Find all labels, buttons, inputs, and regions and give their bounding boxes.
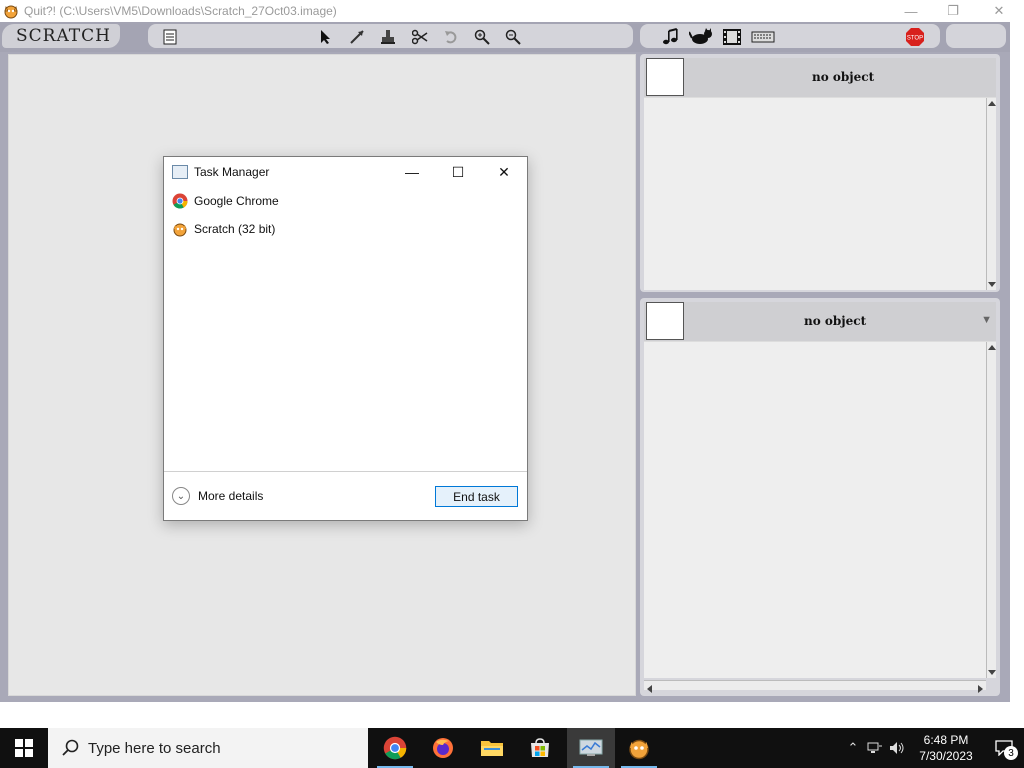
- taskbar-search-box[interactable]: Type here to search: [48, 728, 368, 768]
- scratch-cat-icon: [4, 5, 18, 19]
- chrome-icon: [172, 193, 188, 209]
- process-row[interactable]: Scratch (32 bit): [172, 218, 275, 240]
- taskbar-firefox[interactable]: [419, 728, 467, 768]
- taskbar: Type here to search ⌃ 6:48 PM 7/30/2023 …: [0, 728, 1024, 768]
- system-tray: ⌃ 6:48 PM 7/30/2023 3: [842, 728, 1024, 768]
- scratch-logo: SCRATCH: [16, 26, 111, 46]
- tm-minimize-button[interactable]: —: [390, 159, 434, 185]
- process-name: Scratch (32 bit): [194, 222, 276, 236]
- folder-icon: [481, 741, 503, 756]
- search-placeholder: Type here to search: [88, 739, 221, 757]
- stamp-icon[interactable]: [378, 27, 398, 47]
- minimize-button[interactable]: —: [888, 0, 934, 22]
- volume-icon[interactable]: [886, 728, 908, 768]
- scratch-icon: [629, 739, 649, 760]
- scratch-toolbar: SCRATCH STOP: [0, 22, 1010, 52]
- scratch-logo-button[interactable]: SCRATCH: [2, 24, 120, 48]
- process-row[interactable]: Google Chrome: [172, 190, 279, 212]
- sprite-info-pane: no object: [640, 54, 1000, 292]
- scripts-vscrollbar[interactable]: [986, 342, 996, 678]
- scripts-object-name: no object: [804, 314, 867, 328]
- taskbar-file-explorer[interactable]: [468, 728, 516, 768]
- arrow-cursor-icon[interactable]: [316, 27, 336, 47]
- toolbar-end-segment: [946, 24, 1006, 48]
- grow-icon[interactable]: [347, 27, 367, 47]
- task-manager-footer: ⌄ More details End task: [164, 471, 527, 521]
- sprite-thumbnail[interactable]: [646, 58, 684, 96]
- scissors-icon[interactable]: [410, 27, 430, 47]
- clock-date: 7/30/2023: [919, 749, 973, 763]
- clock-time: 6:48 PM: [923, 733, 969, 747]
- sprite-info-scrollbar[interactable]: [986, 98, 996, 290]
- zoom-in-icon[interactable]: [472, 27, 492, 47]
- end-task-button[interactable]: End task: [435, 486, 518, 507]
- taskbar-chrome[interactable]: [371, 728, 419, 768]
- toolbar-right-segment: [640, 24, 940, 48]
- clock[interactable]: 6:48 PM 7/30/2023: [908, 732, 984, 764]
- undo-icon[interactable]: [441, 27, 461, 47]
- task-manager-window: Task Manager — ☐ ✕ Google Chrome Scratch…: [163, 156, 528, 521]
- chevron-up-icon[interactable]: ⌃: [842, 728, 864, 768]
- network-icon[interactable]: [864, 728, 886, 768]
- scripts-body[interactable]: [644, 342, 986, 678]
- task-manager-title: Task Manager: [194, 165, 270, 179]
- window-titlebar: Quit?! (C:\Users\VM5\Downloads\Scratch_2…: [0, 0, 1024, 22]
- taskbar-store[interactable]: [516, 728, 564, 768]
- notification-center-button[interactable]: 3: [984, 728, 1024, 768]
- stop-icon[interactable]: STOP: [905, 27, 925, 47]
- chrome-icon: [383, 736, 407, 760]
- start-button[interactable]: [0, 728, 48, 768]
- sprite-info-header: no object: [644, 58, 996, 98]
- stop-label: STOP: [907, 36, 923, 42]
- search-icon: [62, 739, 79, 756]
- scripts-thumbnail[interactable]: [646, 302, 684, 340]
- scripts-header: no object ▼: [644, 302, 996, 342]
- scratch-icon: [173, 223, 187, 237]
- sprite-name: no object: [812, 70, 875, 84]
- task-manager-icon: [579, 739, 603, 756]
- store-icon: [531, 738, 549, 757]
- tm-maximize-button[interactable]: ☐: [436, 159, 480, 185]
- more-details-label: More details: [198, 489, 264, 503]
- notification-badge: 3: [1004, 746, 1018, 760]
- scripts-hscrollbar[interactable]: [644, 680, 986, 693]
- chevron-down-icon: ⌄: [172, 487, 190, 505]
- scripts-pane: no object ▼: [640, 298, 1000, 696]
- taskbar-task-manager[interactable]: [567, 728, 615, 768]
- notes-icon[interactable]: [160, 27, 180, 47]
- task-manager-icon: [172, 165, 188, 179]
- film-icon[interactable]: [722, 27, 742, 47]
- windows-icon: [15, 739, 33, 757]
- process-name: Google Chrome: [194, 194, 279, 208]
- cat-icon[interactable]: [688, 27, 714, 47]
- firefox-icon: [433, 738, 453, 758]
- restore-button[interactable]: ❐: [930, 0, 976, 22]
- object-dropdown-icon[interactable]: ▼: [981, 314, 992, 326]
- tm-close-button[interactable]: ✕: [482, 159, 526, 185]
- music-note-icon[interactable]: [660, 27, 680, 47]
- more-details-toggle[interactable]: ⌄ More details: [172, 487, 263, 505]
- window-title: Quit?! (C:\Users\VM5\Downloads\Scratch_2…: [24, 4, 337, 18]
- sprite-info-body: [644, 98, 986, 290]
- taskbar-scratch[interactable]: [615, 728, 663, 768]
- zoom-out-icon[interactable]: [503, 27, 523, 47]
- keyboard-icon[interactable]: [750, 27, 776, 47]
- close-button[interactable]: ✕: [976, 0, 1022, 22]
